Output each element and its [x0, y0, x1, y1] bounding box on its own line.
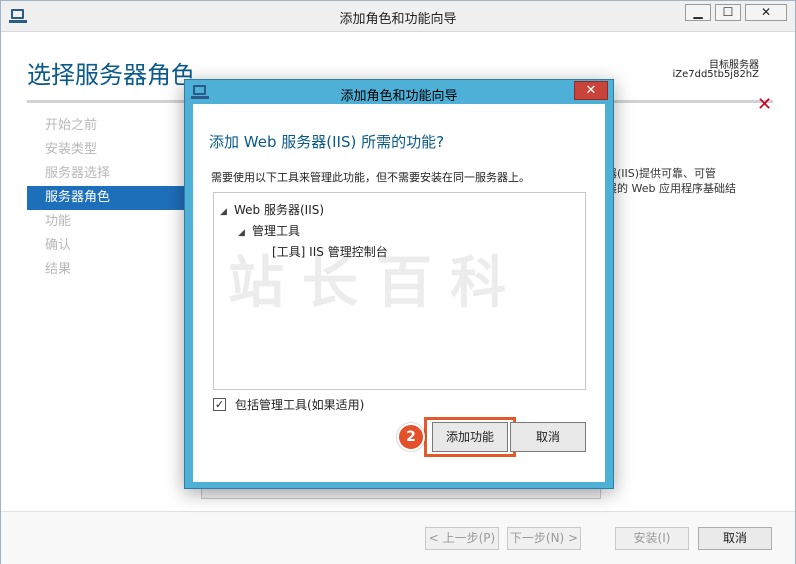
nav-item-before-you-begin[interactable]: 开始之前: [27, 114, 187, 138]
minimize-button[interactable]: ▁: [685, 4, 711, 21]
next-button[interactable]: 下一步(N) >: [507, 527, 581, 550]
feature-tree[interactable]: ◢ Web 服务器(IIS) ◢ 管理工具 [工具] IIS 管理控制台: [213, 192, 586, 390]
page-title: 选择服务器角色: [27, 61, 195, 89]
close-dialog-button[interactable]: ✕: [574, 81, 608, 100]
nav-item-confirmation[interactable]: 确认: [27, 234, 187, 258]
expand-triangle-icon[interactable]: ◢: [238, 228, 252, 238]
nav-item-server-roles[interactable]: 服务器角色: [27, 186, 187, 210]
wizard-nav: 开始之前 安装类型 服务器选择 服务器角色 功能 确认 结果: [27, 114, 187, 282]
include-tools-checkbox[interactable]: ✓: [213, 398, 226, 411]
description-line: 器(IIS)提供可靠、可管: [606, 167, 717, 180]
tree-item-management-tools[interactable]: ◢ 管理工具: [238, 222, 300, 239]
target-server-value: iZe7dd5tb5j82hZ: [672, 69, 759, 80]
dialog-subtitle: 需要使用以下工具来管理此功能，但不需要安装在同一服务器上。: [211, 171, 530, 184]
tree-item-label: [工具] IIS 管理控制台: [272, 245, 388, 259]
tree-item-iis-console[interactable]: [工具] IIS 管理控制台: [272, 243, 388, 260]
previous-button[interactable]: < 上一步(P): [425, 527, 499, 550]
window-title: 添加角色和功能向导: [339, 12, 457, 27]
step-badge: 2: [397, 423, 425, 451]
tree-item-label: 管理工具: [252, 224, 301, 238]
tree-item-label: Web 服务器(IIS): [234, 203, 325, 217]
add-features-button[interactable]: 添加功能: [432, 422, 508, 452]
dialog-body: 添加 Web 服务器(IIS) 所需的功能? 需要使用以下工具来管理此功能，但不…: [193, 104, 605, 482]
description-line: 展的 Web 应用程序基础结: [606, 182, 736, 195]
nav-item-installation-type[interactable]: 安装类型: [27, 138, 187, 162]
nav-item-server-selection[interactable]: 服务器选择: [27, 162, 187, 186]
maximize-button[interactable]: ☐: [715, 4, 741, 21]
cancel-dialog-button[interactable]: 取消: [510, 422, 586, 452]
dialog-titlebar: 添加角色和功能向导 ✕: [185, 80, 613, 104]
cancel-wizard-button[interactable]: 取消: [698, 527, 772, 550]
role-description: 器(IIS)提供可靠、可管 展的 Web 应用程序基础结: [606, 166, 776, 196]
tree-item-web-server[interactable]: ◢ Web 服务器(IIS): [220, 201, 324, 218]
expand-triangle-icon[interactable]: ◢: [220, 207, 234, 217]
nav-item-features[interactable]: 功能: [27, 210, 187, 234]
window-titlebar: 添加角色和功能向导 ▁ ☐ ✕: [1, 1, 795, 32]
window-controls: ▁ ☐ ✕: [685, 4, 787, 21]
dialog-title: 添加角色和功能向导: [340, 89, 458, 104]
include-tools-label[interactable]: 包括管理工具(如果适用): [235, 396, 364, 413]
dialog-heading: 添加 Web 服务器(IIS) 所需的功能?: [209, 133, 445, 151]
add-features-dialog: 添加角色和功能向导 ✕ 添加 Web 服务器(IIS) 所需的功能? 需要使用以…: [184, 79, 614, 489]
close-window-button[interactable]: ✕: [745, 4, 787, 21]
close-icon[interactable]: ✕: [757, 94, 772, 115]
install-button[interactable]: 安装(I): [615, 527, 689, 550]
nav-item-results[interactable]: 结果: [27, 258, 187, 282]
